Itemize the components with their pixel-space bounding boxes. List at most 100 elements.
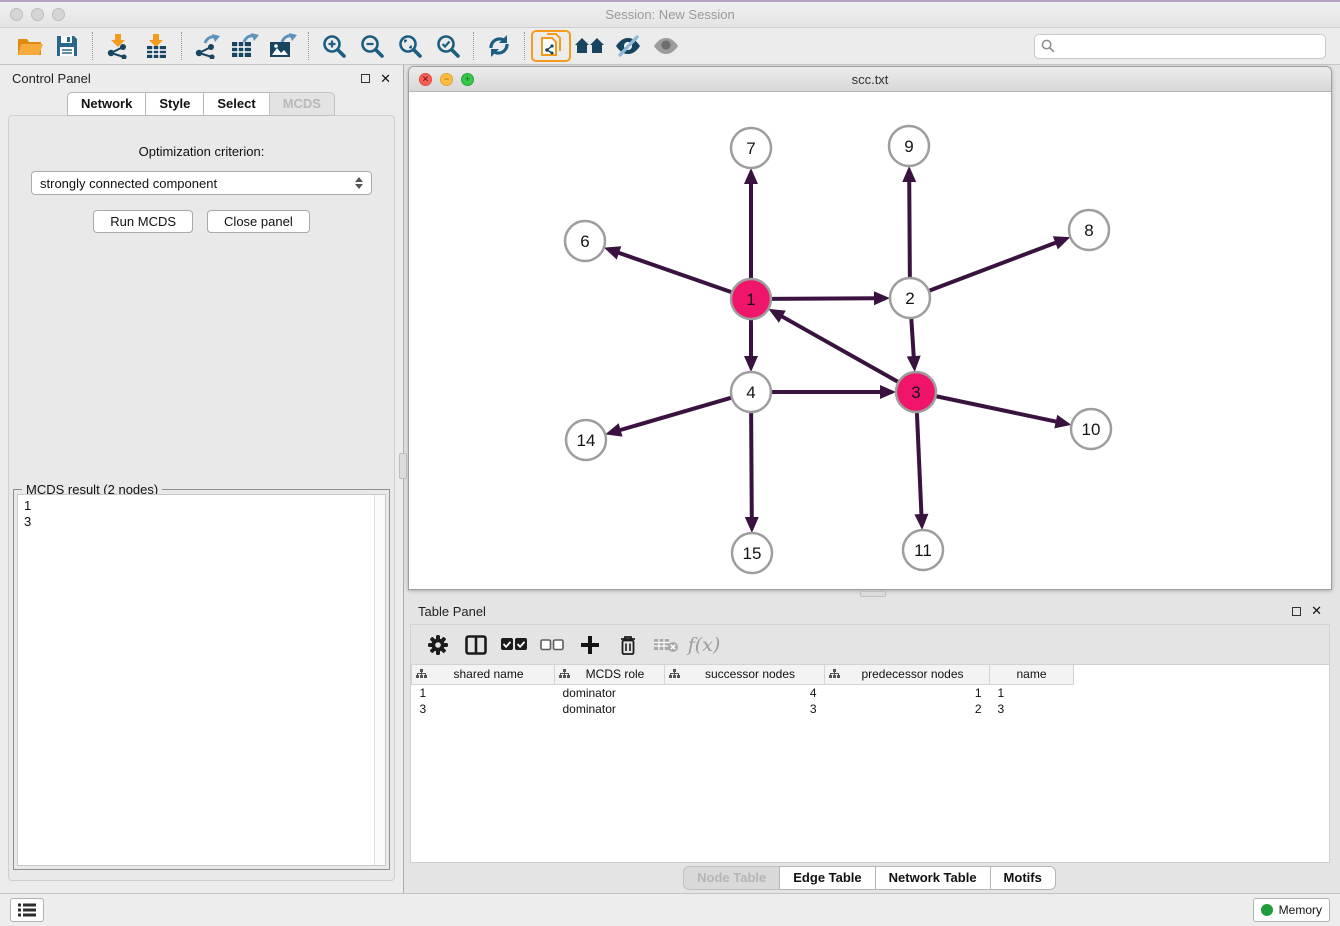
network-overview-button[interactable] [531,30,571,62]
table-cell[interactable]: 1 [412,684,555,701]
delete-table-button[interactable] [649,629,683,661]
mcds-result-list[interactable]: 13 [18,495,374,865]
memory-status-icon [1261,904,1273,916]
save-session-button[interactable] [48,30,86,62]
graph-edge-4-15[interactable] [751,412,752,519]
tab-style[interactable]: Style [145,92,204,116]
graph-edge-2-3[interactable] [911,318,914,358]
table-cell[interactable]: 3 [412,701,555,717]
graph-node-label-4: 4 [746,383,755,402]
tab-network[interactable]: Network [67,92,146,116]
result-scrollbar[interactable] [374,495,385,865]
close-panel-icon[interactable]: ✕ [380,71,391,87]
table-cell[interactable]: 3 [990,701,1074,717]
show-columns-button[interactable] [459,629,493,661]
column-header[interactable]: successor nodes [665,665,825,684]
search-box[interactable] [1034,34,1326,59]
node-table-container[interactable]: shared nameMCDS rolesuccessor nodesprede… [410,665,1330,863]
refresh-button[interactable] [480,30,518,62]
mcds-buttons-row: Run MCDS Close panel [9,210,394,233]
column-header[interactable]: predecessor nodes [825,665,990,684]
node-table: shared nameMCDS rolesuccessor nodesprede… [411,665,1074,717]
app-titlebar[interactable]: Session: New Session [0,2,1340,28]
tab-motifs[interactable]: Motifs [990,866,1056,890]
criterion-selected-value: strongly connected component [40,176,355,191]
table-settings-button[interactable] [421,629,455,661]
table-cell[interactable]: dominator [555,684,665,701]
select-all-button[interactable] [497,629,531,661]
run-mcds-button[interactable]: Run MCDS [93,210,193,233]
export-image-button[interactable] [264,30,302,62]
column-header[interactable]: MCDS role [555,665,665,684]
tab-node-table[interactable]: Node Table [683,866,780,890]
toolbar-separator [524,32,525,60]
export-network-icon [193,33,221,59]
function-builder-button[interactable]: f(x) [687,629,721,661]
criterion-select[interactable]: strongly connected component [31,171,372,195]
graph-edge-2-8[interactable] [929,242,1058,291]
export-table-button[interactable] [226,30,264,62]
import-network-button[interactable] [99,30,137,62]
zoom-out-icon [359,33,385,59]
table-cell[interactable]: 3 [665,701,825,717]
deselect-all-button[interactable] [535,629,569,661]
open-session-button[interactable] [10,30,48,62]
zoom-out-button[interactable] [353,30,391,62]
network-window-titlebar[interactable]: ✕ − + scc.txt [409,67,1331,92]
mcds-result-item[interactable]: 3 [24,514,368,530]
panel-divider[interactable] [403,65,404,893]
home-button[interactable] [571,30,609,62]
float-panel-icon[interactable] [361,74,370,83]
add-column-button[interactable] [573,629,607,661]
graph-edge-2-9[interactable] [909,180,910,278]
export-network-button[interactable] [188,30,226,62]
zoom-in-button[interactable] [315,30,353,62]
delete-column-button[interactable] [611,629,645,661]
graph-edge-4-14[interactable] [619,398,732,431]
network-overview-icon [539,33,563,59]
splitter-handle[interactable] [860,591,886,597]
float-panel-icon[interactable] [1292,607,1301,616]
graph-edge-1-2[interactable] [771,298,876,299]
optimization-criterion-label: Optimization criterion: [9,144,394,159]
table-row[interactable]: 3dominator323 [412,701,1074,717]
select-all-icon [501,638,527,651]
mcds-result-item[interactable]: 1 [24,498,368,514]
table-cell[interactable]: 2 [825,701,990,717]
main-toolbar [0,28,1340,65]
close-panel-icon[interactable]: ✕ [1311,603,1322,619]
table-cell[interactable]: 1 [990,684,1074,701]
horizontal-splitter[interactable] [404,590,1340,598]
tab-network-table[interactable]: Network Table [875,866,991,890]
tab-edge-table[interactable]: Edge Table [779,866,875,890]
table-cell[interactable]: dominator [555,701,665,717]
hide-button[interactable] [609,30,647,62]
table-cell[interactable]: 4 [665,684,825,701]
import-table-button[interactable] [137,30,175,62]
zoom-fit-button[interactable] [391,30,429,62]
search-input[interactable] [1059,39,1319,53]
network-canvas[interactable]: 1234678910111415 [409,92,1331,589]
tab-select[interactable]: Select [203,92,269,116]
toolbar-separator [181,32,182,60]
trash-icon [618,634,638,656]
graph-edge-3-11[interactable] [917,412,922,516]
graph-edge-1-6[interactable] [617,252,732,292]
column-header[interactable]: name [990,665,1074,684]
control-panel-title: Control Panel [12,71,91,86]
task-history-button[interactable] [10,898,44,922]
close-panel-button[interactable]: Close panel [207,210,310,233]
tab-mcds[interactable]: MCDS [269,92,335,116]
toolbar-separator [473,32,474,60]
column-header[interactable]: shared name [412,665,555,684]
graph-edge-3-1[interactable] [781,316,899,382]
zoom-selected-button[interactable] [429,30,467,62]
table-row[interactable]: 1dominator411 [412,684,1074,701]
table-cell[interactable]: 1 [825,684,990,701]
graph-edge-3-10[interactable] [936,396,1058,422]
memory-button[interactable]: Memory [1253,898,1330,922]
show-eye-icon [651,34,681,58]
network-graph: 1234678910111415 [409,92,1331,589]
divider-handle[interactable] [399,453,407,479]
show-button[interactable] [647,30,685,62]
